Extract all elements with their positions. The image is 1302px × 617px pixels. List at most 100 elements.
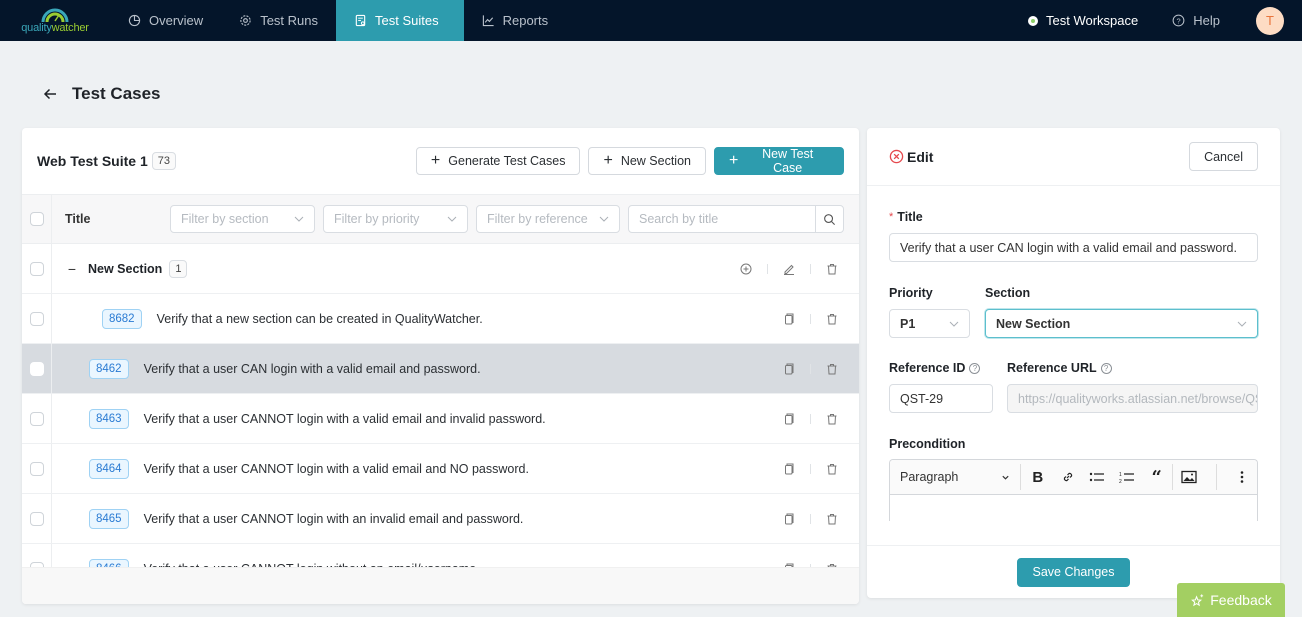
priority-select[interactable]: P1 <box>889 309 970 338</box>
search-button[interactable] <box>815 206 843 232</box>
section-row[interactable]: − New Section 1 <box>22 244 859 294</box>
gear-icon <box>240 15 251 26</box>
title-input[interactable]: Verify that a user CAN login with a vali… <box>889 233 1258 262</box>
nav-test-runs[interactable]: Test Runs <box>221 0 336 41</box>
generate-test-cases-button[interactable]: + Generate Test Cases <box>415 147 581 175</box>
trash-icon <box>827 263 837 274</box>
row-checkbox-cell <box>22 344 52 393</box>
back-arrow-icon[interactable] <box>42 86 58 102</box>
new-section-button[interactable]: + New Section <box>588 147 706 175</box>
workspace-name: Test Workspace <box>1046 13 1139 28</box>
link-button[interactable] <box>1053 464 1083 490</box>
duplicate-case-button[interactable] <box>776 506 802 532</box>
qualitywatcher-logo[interactable]: qualitywatcher <box>0 0 110 41</box>
case-id-badge[interactable]: 8465 <box>89 508 129 529</box>
filter-priority-placeholder: Filter by priority <box>334 212 420 226</box>
duplicate-case-button[interactable] <box>776 456 802 482</box>
row-checkbox-cell <box>22 494 52 543</box>
select-all-checkbox[interactable] <box>29 212 44 226</box>
reference-url-input: https://qualityworks.atlassian.net/brows… <box>1007 384 1258 413</box>
new-section-label: New Section <box>620 154 691 168</box>
test-case-row[interactable]: 8465 Verify that a user CANNOT login with… <box>22 494 859 544</box>
delete-section-button[interactable] <box>819 256 845 282</box>
case-id-badge[interactable]: 8682 <box>102 308 142 329</box>
close-circle-icon[interactable] <box>889 149 904 164</box>
user-avatar[interactable]: T <box>1256 6 1284 35</box>
row-checkbox[interactable] <box>29 511 44 526</box>
nav-overview[interactable]: Overview <box>110 0 221 41</box>
page-title: Test Cases <box>72 84 161 103</box>
bold-button[interactable]: B <box>1023 464 1053 490</box>
reference-url-field: Reference URL? https://qualityworks.atla… <box>1007 361 1258 413</box>
duplicate-case-button[interactable] <box>776 406 802 432</box>
case-actions <box>776 406 845 432</box>
case-actions <box>776 456 845 482</box>
case-actions <box>776 306 845 332</box>
case-title: Verify that a user CANNOT login with a v… <box>143 461 529 476</box>
delete-case-button[interactable] <box>819 406 845 432</box>
section-select[interactable]: New Section <box>985 309 1258 338</box>
more-options-button[interactable] <box>1227 464 1257 490</box>
edit-section-button[interactable] <box>776 256 802 282</box>
filter-by-section-select[interactable]: Filter by section <box>170 205 315 233</box>
help-link[interactable]: ? Help <box>1172 13 1220 28</box>
feedback-button[interactable]: Feedback <box>1177 583 1285 617</box>
help-icon: ? <box>1172 14 1185 27</box>
row-checkbox-cell <box>22 444 52 493</box>
block-format-select[interactable]: Paragraph <box>890 464 1021 490</box>
test-case-row[interactable]: 8464 Verify that a user CANNOT login with… <box>22 444 859 494</box>
trash-icon <box>827 363 837 374</box>
blockquote-button[interactable]: “ <box>1142 464 1172 490</box>
section-actions <box>733 256 845 282</box>
bulleted-list-button[interactable] <box>1082 464 1112 490</box>
edit-panel-header: Edit Cancel <box>867 128 1280 186</box>
delete-case-button[interactable] <box>819 456 845 482</box>
section-field: Section New Section <box>985 286 1258 338</box>
case-id-badge[interactable]: 8462 <box>89 358 129 379</box>
section-value: New Section <box>996 316 1071 331</box>
new-test-case-button[interactable]: + New Test Case <box>714 147 844 175</box>
case-id-badge[interactable]: 8463 <box>89 408 129 429</box>
workspace-switcher[interactable]: Test Workspace <box>1028 13 1138 28</box>
test-case-row[interactable]: 8462 Verify that a user CAN login with a … <box>22 344 859 394</box>
row-checkbox[interactable] <box>29 461 44 476</box>
collapse-section-icon[interactable]: − <box>65 261 79 277</box>
numbered-list-button[interactable]: 12 <box>1112 464 1142 490</box>
reference-id-input[interactable]: QST-29 <box>889 384 993 413</box>
duplicate-case-button[interactable] <box>776 306 802 332</box>
filter-by-reference-select[interactable]: Filter by reference <box>476 205 620 233</box>
divider <box>810 263 811 274</box>
trash-icon <box>827 513 837 524</box>
nav-test-suites[interactable]: Test Suites <box>336 0 464 41</box>
insert-image-button[interactable] <box>1173 464 1207 490</box>
nav-reports[interactable]: Reports <box>464 0 567 41</box>
edit-title: Edit <box>907 148 934 165</box>
delete-case-button[interactable] <box>819 356 845 382</box>
case-actions <box>776 356 845 382</box>
row-checkbox[interactable] <box>29 311 44 326</box>
row-checkbox[interactable] <box>29 411 44 426</box>
plus-icon: + <box>603 152 613 169</box>
cancel-button[interactable]: Cancel <box>1189 142 1258 171</box>
case-title: Verify that a new section can be created… <box>156 311 483 326</box>
test-case-row[interactable]: 8682 Verify that a new section can be cre… <box>22 294 859 344</box>
logo-wordmark: qualitywatcher <box>21 21 89 34</box>
duplicate-case-button[interactable] <box>776 356 802 382</box>
row-checkbox[interactable] <box>29 361 44 376</box>
trash-icon <box>827 463 837 474</box>
case-title: Verify that a user CANNOT login with an … <box>143 511 524 526</box>
filter-by-priority-select[interactable]: Filter by priority <box>323 205 468 233</box>
delete-case-button[interactable] <box>819 306 845 332</box>
chevron-down-icon <box>1237 321 1247 327</box>
line-chart-icon <box>482 15 494 27</box>
help-circle-icon[interactable]: ? <box>969 362 981 374</box>
case-id-badge[interactable]: 8464 <box>89 458 129 479</box>
save-changes-button[interactable]: Save Changes <box>1017 557 1130 587</box>
delete-case-button[interactable] <box>819 506 845 532</box>
help-circle-icon[interactable]: ? <box>1100 362 1112 374</box>
divider <box>810 413 811 424</box>
test-case-row[interactable]: 8463 Verify that a user CANNOT login with… <box>22 394 859 444</box>
search-input[interactable] <box>629 212 815 226</box>
add-case-button[interactable] <box>733 256 759 282</box>
row-checkbox[interactable] <box>29 261 44 276</box>
